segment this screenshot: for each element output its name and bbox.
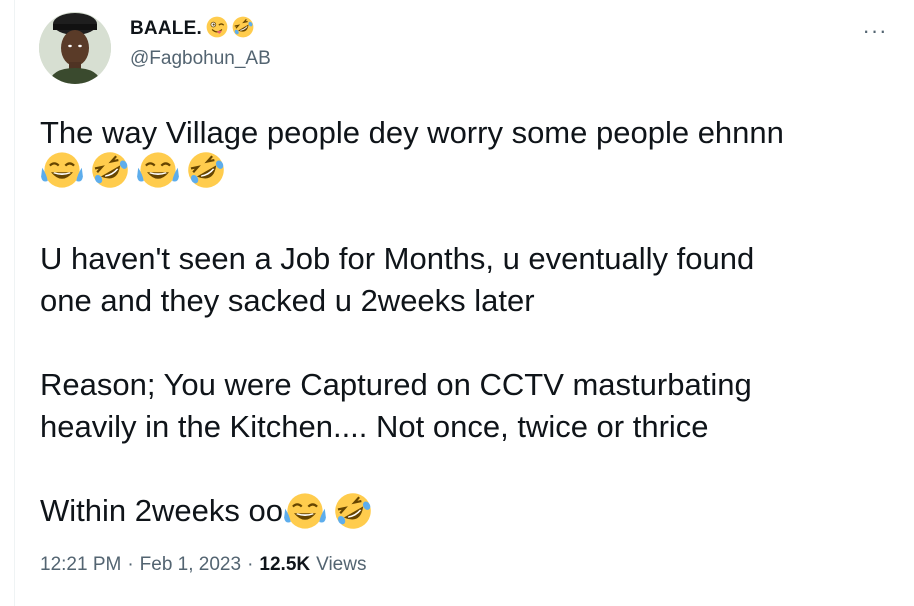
author-name-row[interactable]: BAALE. — [130, 16, 254, 42]
tweet-line: The way Village people dey worry some pe… — [40, 115, 784, 150]
author-display-name[interactable]: BAALE. — [130, 18, 202, 40]
views-count[interactable]: 12.5K — [259, 554, 310, 576]
more-horizontal-icon: ··· — [862, 18, 888, 43]
winking-tongue-emoji-icon — [206, 16, 228, 43]
rofl-emoji-icon — [232, 16, 254, 43]
emoji-row — [40, 151, 890, 196]
divider — [14, 0, 15, 606]
tweet-date[interactable]: Feb 1, 2023 — [140, 554, 241, 576]
more-options-button[interactable]: ··· — [858, 18, 892, 44]
tweet-paragraph-4: Within 2weeks oo — [40, 490, 890, 532]
rofl-emoji-icon — [184, 150, 228, 201]
tweet-card: BAALE. @Fagbohun_AB ··· The way Village … — [0, 0, 914, 606]
tweet-meta: 12:21 PM · Feb 1, 2023 · 12.5K Views — [40, 554, 366, 576]
tweet-paragraph-3: Reason; You were Captured on CCTV mastur… — [40, 364, 890, 448]
avatar[interactable] — [39, 12, 111, 84]
author-handle[interactable]: @Fagbohun_AB — [130, 48, 271, 70]
tweet-line: heavily in the Kitchen.... Not once, twi… — [40, 409, 709, 444]
rofl-emoji-icon — [331, 491, 375, 531]
tears-of-joy-emoji-icon — [40, 150, 84, 201]
tweet-line: Within 2weeks oo — [40, 493, 283, 528]
tweet-line: Reason; You were Captured on CCTV mastur… — [40, 367, 752, 402]
tweet-text: The way Village people dey worry some pe… — [40, 112, 890, 532]
rofl-emoji-icon — [88, 150, 132, 201]
tweet-paragraph-1: The way Village people dey worry some pe… — [40, 112, 890, 196]
tweet-time[interactable]: 12:21 PM — [40, 554, 121, 576]
tears-of-joy-emoji-icon — [283, 491, 327, 531]
tweet-line: one and they sacked u 2weeks later — [40, 283, 535, 318]
tweet-paragraph-2: U haven't seen a Job for Months, u event… — [40, 238, 890, 322]
meta-separator: · — [127, 554, 134, 575]
views-label: Views — [316, 554, 367, 575]
tears-of-joy-emoji-icon — [136, 150, 180, 201]
meta-separator: · — [247, 554, 254, 575]
tweet-line: U haven't seen a Job for Months, u event… — [40, 241, 755, 276]
